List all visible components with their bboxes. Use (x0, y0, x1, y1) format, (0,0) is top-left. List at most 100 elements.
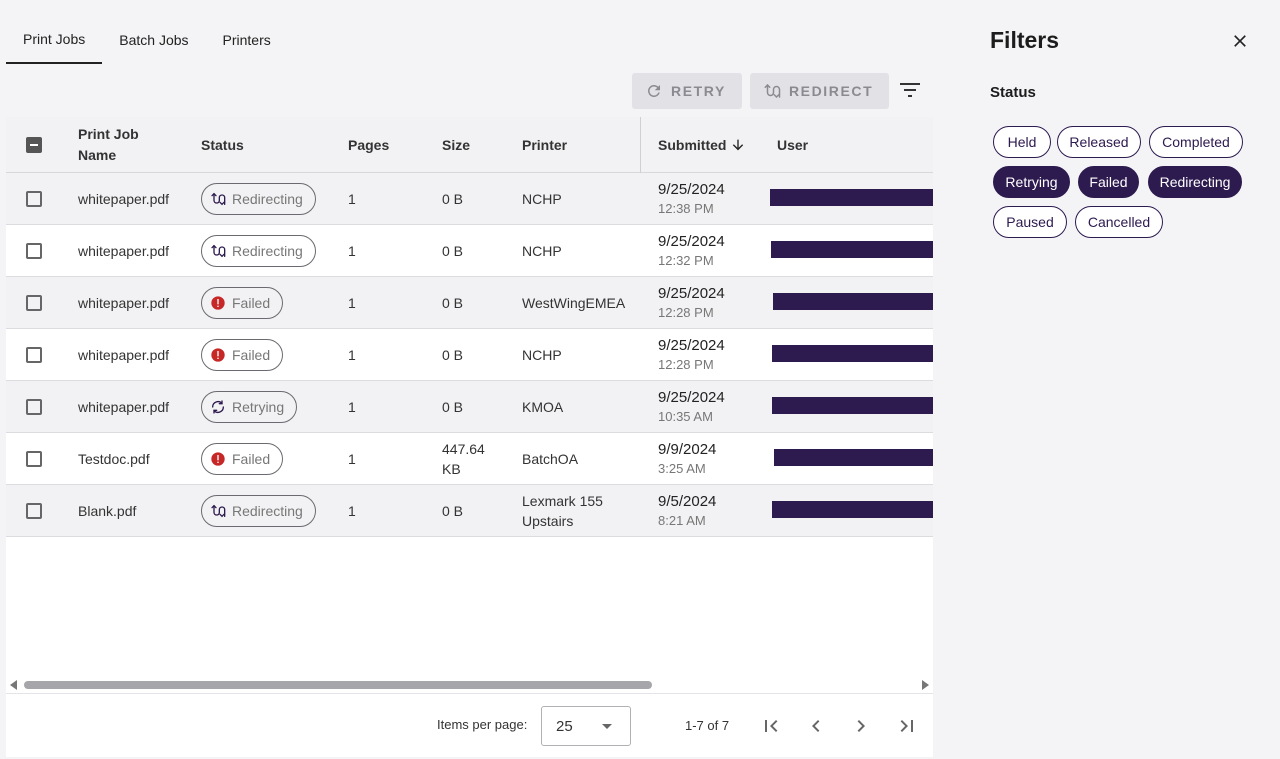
job-name: Testdoc.pdf (78, 450, 150, 467)
header-submitted-cell[interactable]: Submitted (658, 117, 746, 173)
scroll-right-icon[interactable] (922, 680, 929, 690)
status-cell: Redirecting (201, 225, 316, 276)
job-name: whitepaper.pdf (78, 346, 170, 363)
row-checkbox-cell[interactable] (26, 433, 42, 484)
status-cell: Failed (201, 329, 284, 380)
status-badge: Redirecting (201, 182, 316, 215)
submitted-time: 8:21 AM (658, 512, 706, 528)
submitted-cell: 9/9/2024 3:25 AM (658, 433, 716, 484)
previous-page-button[interactable] (804, 714, 828, 738)
row-checkbox-cell[interactable] (26, 277, 42, 328)
row-checkbox-cell[interactable] (26, 225, 42, 276)
status-chip-redirecting[interactable]: Redirecting (1148, 166, 1242, 198)
status-chip-completed[interactable]: Completed (1149, 126, 1243, 158)
redacted-user (770, 189, 933, 206)
status-cell: Redirecting (201, 485, 316, 536)
table-row[interactable]: whitepaper.pdf Failed 1 0 B NCHP 9/25/20… (6, 329, 933, 381)
pages-cell: 1 (348, 502, 356, 519)
page-range: 1-7 of 7 (685, 718, 730, 733)
horizontal-scrollbar[interactable] (6, 676, 933, 694)
table-row[interactable]: Testdoc.pdf Failed 1 447.64 KB BatchOA 9/… (6, 433, 933, 485)
submitted-date: 9/9/2024 (658, 440, 717, 458)
select-all-checkbox[interactable] (26, 137, 42, 153)
submitted-date: 9/25/2024 (658, 336, 725, 354)
printer-cell: Lexmark 155 Upstairs (522, 485, 603, 536)
size-value: 447.64 (442, 440, 485, 457)
tab-printers[interactable]: Printers (206, 16, 288, 64)
submitted-cell: 9/25/2024 12:38 PM (658, 173, 725, 224)
page-size-select[interactable]: 25 (541, 706, 631, 746)
table-row[interactable]: whitepaper.pdf Failed 1 0 B WestWingEMEA… (6, 277, 933, 329)
row-checkbox-cell[interactable] (26, 329, 42, 380)
scroll-left-icon[interactable] (10, 680, 17, 690)
submitted-time: 12:38 PM (658, 200, 714, 216)
header-pages[interactable]: Pages (348, 117, 389, 173)
submitted-cell: 9/25/2024 10:35 AM (658, 381, 725, 432)
printer-line-2: Upstairs (522, 512, 574, 529)
table-row[interactable]: whitepaper.pdf Retrying 1 0 B KMOA 9/25/… (6, 381, 933, 433)
row-checkbox-cell[interactable] (26, 381, 42, 432)
status-cell: Redirecting (201, 173, 316, 224)
submitted-date: 9/25/2024 (658, 284, 725, 302)
row-checkbox[interactable] (26, 190, 42, 207)
size-cell: 0 B (442, 346, 464, 363)
redirect-button[interactable]: REDIRECT (749, 73, 890, 109)
page-size-value: 25 (556, 717, 573, 735)
pages-cell: 1 (348, 294, 356, 311)
table-row[interactable]: whitepaper.pdf Redirecting 1 0 B NCHP 9/… (6, 225, 933, 277)
status-badge: Redirecting (201, 494, 316, 527)
row-checkbox[interactable] (26, 502, 42, 519)
status-chip-cancelled[interactable]: Cancelled (1075, 206, 1163, 238)
printer-cell: NCHP (522, 190, 562, 207)
table-row[interactable]: Blank.pdf Redirecting 1 0 B Lexmark 155 U… (6, 485, 933, 537)
retry-label: RETRY (671, 83, 726, 99)
header-user[interactable]: User (777, 117, 808, 173)
job-name: whitepaper.pdf (78, 398, 170, 415)
redacted-user (772, 345, 933, 362)
tab-print-jobs[interactable]: Print Jobs (6, 16, 103, 64)
redacted-user (772, 501, 933, 518)
status-filter-heading: Status (990, 84, 1036, 101)
status-chip-failed[interactable]: Failed (1078, 166, 1139, 198)
status-label: Redirecting (232, 502, 303, 519)
row-checkbox[interactable] (26, 398, 42, 415)
header-status[interactable]: Status (201, 117, 244, 173)
submitted-date: 9/25/2024 (658, 388, 725, 406)
items-per-page-label: Items per page: (437, 717, 528, 732)
column-divider[interactable] (640, 117, 641, 173)
tab-batch-jobs[interactable]: Batch Jobs (102, 16, 205, 64)
row-checkbox[interactable] (26, 242, 42, 259)
close-icon[interactable] (1230, 31, 1250, 51)
header-printer[interactable]: Printer (522, 117, 567, 173)
last-page-button[interactable] (895, 714, 919, 738)
filters-title: Filters (990, 27, 1060, 53)
filter-list-icon[interactable] (898, 80, 922, 100)
row-checkbox[interactable] (26, 450, 42, 467)
status-chip-held[interactable]: Held (993, 126, 1051, 158)
paginator: Items per page: 25 1-7 of 7 (6, 693, 933, 757)
redacted-user (773, 293, 933, 310)
status-chip-paused[interactable]: Paused (993, 206, 1067, 238)
select-all-checkbox-cell[interactable] (26, 117, 42, 173)
scrollbar-thumb[interactable] (24, 681, 652, 689)
redacted-user (772, 397, 933, 414)
status-label: Failed (232, 294, 271, 311)
retry-button[interactable]: RETRY (632, 73, 742, 109)
row-checkbox-cell[interactable] (26, 173, 42, 224)
row-checkbox[interactable] (26, 294, 42, 311)
header-size[interactable]: Size (442, 117, 470, 173)
status-chip-retrying[interactable]: Retrying (993, 166, 1070, 198)
status-chip-released[interactable]: Released (1057, 126, 1141, 158)
table-toolbar: RETRY REDIRECT (632, 73, 890, 109)
row-checkbox-cell[interactable] (26, 485, 42, 536)
redacted-user (771, 241, 933, 258)
printer-cell: NCHP (522, 346, 562, 363)
next-page-button[interactable] (849, 714, 873, 738)
status-cell: Failed (201, 277, 284, 328)
size-cell: 0 B (442, 242, 464, 259)
first-page-button[interactable] (759, 714, 783, 738)
table-row[interactable]: whitepaper.pdf Redirecting 1 0 B NCHP 9/… (6, 173, 933, 225)
job-name: whitepaper.pdf (78, 294, 170, 311)
row-checkbox[interactable] (26, 346, 42, 363)
header-name[interactable]: Print Job Name (78, 117, 178, 173)
